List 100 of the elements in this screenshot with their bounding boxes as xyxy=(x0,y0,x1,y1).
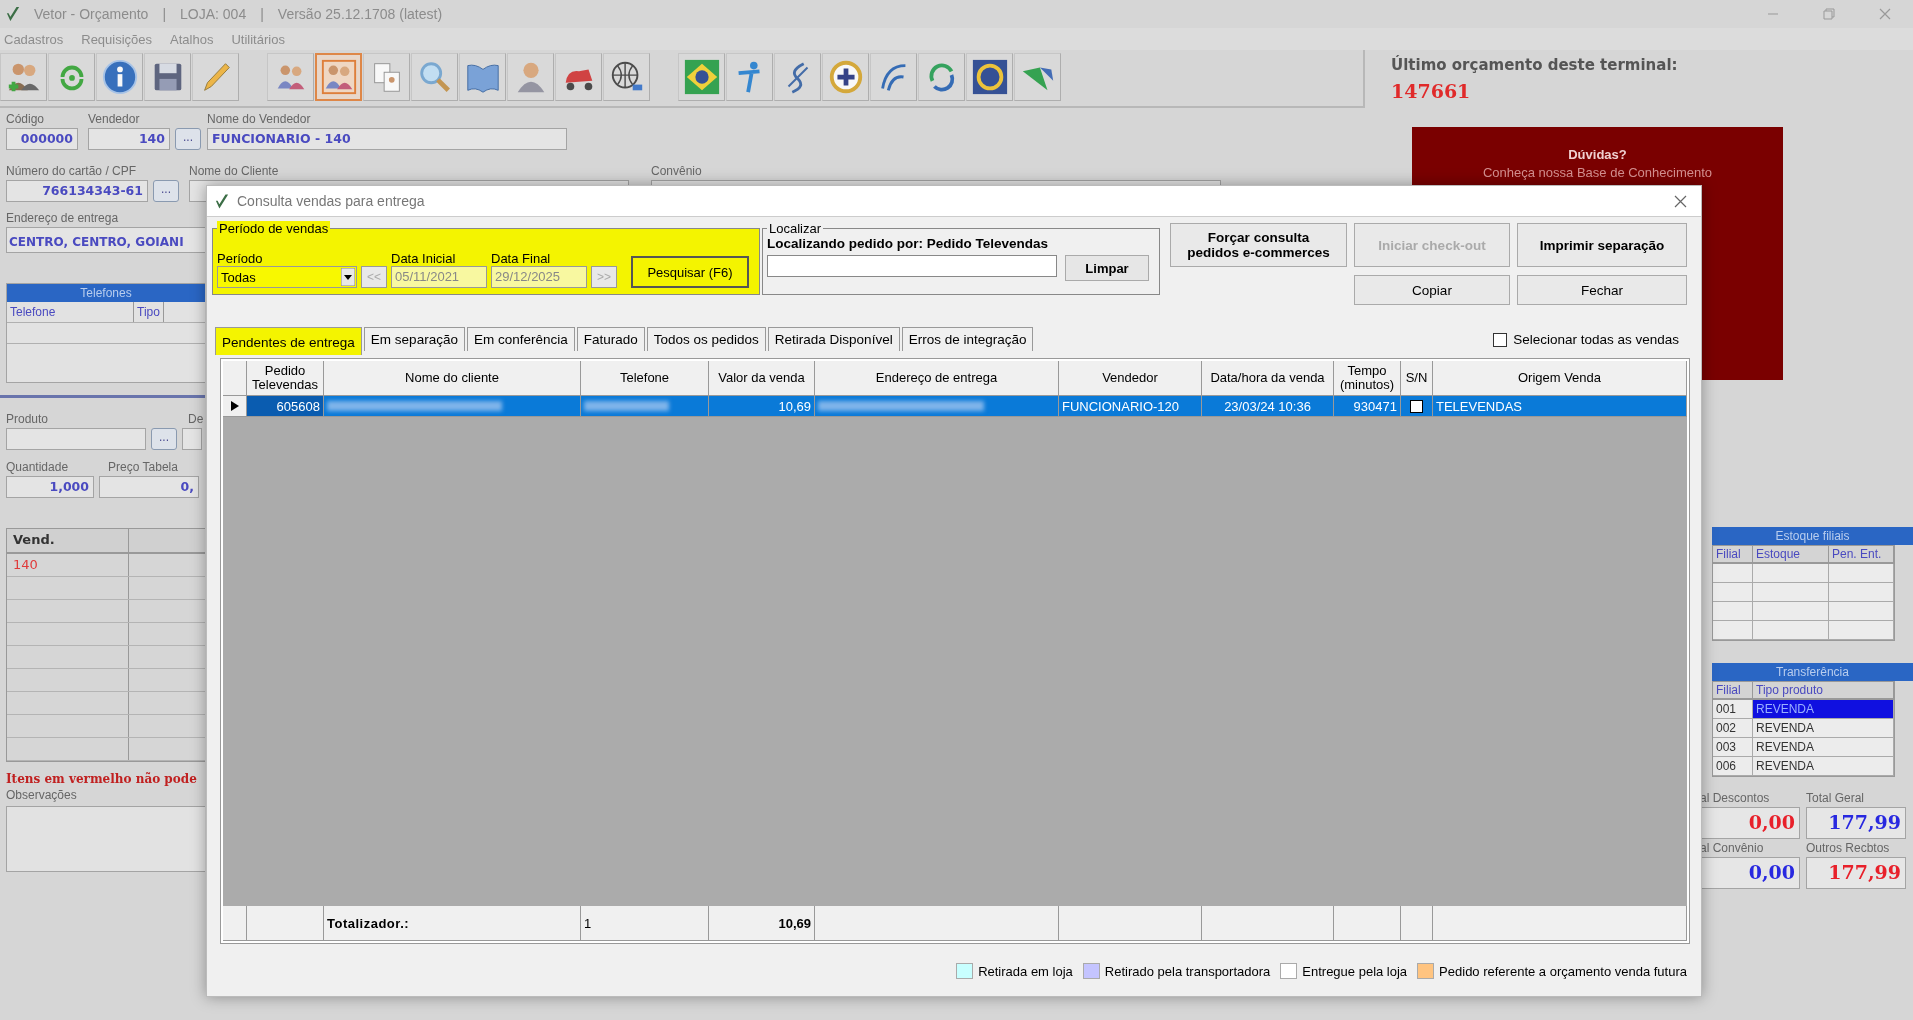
field-label: Endereço de entrega xyxy=(6,211,120,225)
lookup-button[interactable]: ... xyxy=(175,128,201,150)
period-dropdown[interactable]: Todas xyxy=(217,266,357,288)
toolbar-button[interactable] xyxy=(774,53,821,101)
locate-input[interactable] xyxy=(767,255,1057,277)
dialog-button[interactable]: Imprimir separação xyxy=(1517,223,1687,267)
restore-icon[interactable] xyxy=(1823,8,1835,20)
table-title: Telefones xyxy=(7,284,205,302)
tab[interactable]: Faturado xyxy=(576,327,645,351)
lookup-button[interactable]: ... xyxy=(151,428,177,450)
notes-field[interactable] xyxy=(6,806,205,872)
code-field[interactable]: 000000 xyxy=(6,128,78,150)
column-header: Telefone xyxy=(7,302,134,322)
product-field[interactable] xyxy=(6,428,146,450)
address-text: CENTRO, CENTRO, GOIANI xyxy=(9,235,184,249)
dialog-button[interactable]: Forçar consulta pedidos e-commerces xyxy=(1170,223,1347,267)
field-label: De xyxy=(188,412,204,426)
table-cell[interactable]: REVENDA xyxy=(1753,738,1894,757)
legend-label: Entregue pela loja xyxy=(1302,963,1408,979)
window-title: | xyxy=(162,6,167,22)
field-label: Período xyxy=(217,251,264,266)
checkbox[interactable] xyxy=(1493,332,1508,347)
total-field: 177,99 xyxy=(1806,807,1906,839)
table-row[interactable]: 605608 10,69 FUNCIONARIO-120 23/03/24 10:36 930471 TELEVENDAS xyxy=(223,396,1687,417)
toolbar-button[interactable] xyxy=(822,53,869,101)
window-title: Versão 25.12.1708 (latest) xyxy=(277,6,443,22)
group-legend: Período de vendas xyxy=(217,221,331,236)
window-title: LOJA: 004 xyxy=(180,6,247,22)
table-title: Estoque filiais xyxy=(1712,527,1913,545)
total-field: 0,00 xyxy=(1700,807,1800,839)
clear-button[interactable]: Limpar xyxy=(1065,255,1149,281)
field-label: Preço Tabela xyxy=(108,460,178,474)
table-cell: 002 xyxy=(1713,719,1753,738)
field-label: Código xyxy=(6,112,46,126)
check-logo-icon xyxy=(215,192,229,210)
dialog-button[interactable]: Fechar xyxy=(1517,275,1687,305)
help-title: Dúvidas? xyxy=(1568,147,1627,162)
total-cell: 1 xyxy=(581,906,709,941)
column-header: Filial xyxy=(1713,682,1753,700)
toolbar-button[interactable] xyxy=(96,53,143,101)
toolbar-button[interactable] xyxy=(678,53,725,101)
checkbox[interactable] xyxy=(1410,399,1423,413)
last-budget-label: Último orçamento deste terminal: xyxy=(1391,56,1678,74)
toolbar-button[interactable] xyxy=(870,53,917,101)
column-header: Tipo xyxy=(134,302,164,322)
info-icon xyxy=(100,58,139,96)
check-logo-icon xyxy=(6,5,20,23)
table-cell: 001 xyxy=(1713,700,1753,719)
tab[interactable]: Pendentes de entrega xyxy=(215,327,362,355)
total-field: 177,99 xyxy=(1806,857,1906,889)
table-cell[interactable]: REVENDA xyxy=(1753,719,1894,738)
field-label: Nome do Vendedor xyxy=(207,112,312,126)
tab[interactable]: Em conferência xyxy=(466,327,575,351)
lookup-button[interactable]: ... xyxy=(153,180,179,202)
toolbar-button[interactable] xyxy=(144,53,191,101)
last-budget-number: 147661 xyxy=(1391,80,1472,102)
toolbar-button[interactable] xyxy=(0,53,47,101)
description-field[interactable] xyxy=(182,428,202,450)
search-button[interactable]: Pesquisar (F6) xyxy=(631,256,749,288)
column-header: Pen. Ent. xyxy=(1829,546,1894,564)
price-field[interactable]: 0, xyxy=(99,476,199,498)
address-field[interactable]: CENTRO, CENTRO, GOIANI xyxy=(6,227,205,253)
seller-field[interactable]: 140 xyxy=(88,128,170,150)
column-header: Vend. xyxy=(7,529,129,552)
field-label: Data Final xyxy=(491,251,552,266)
legend-label: Retirada em loja xyxy=(978,963,1073,979)
toolbar-button[interactable] xyxy=(966,53,1013,101)
toolbar-button[interactable] xyxy=(555,53,602,101)
tab[interactable]: Em separação xyxy=(363,327,465,351)
total-cell: Totalizador.: xyxy=(324,906,581,941)
dialog-title: Consulta vendas para entrega xyxy=(237,193,425,209)
tab[interactable]: Todos os pedidos xyxy=(646,327,766,351)
field-label: Produto xyxy=(6,412,49,426)
legend-label: Pedido referente a orçamento venda futura xyxy=(1439,963,1687,979)
card-field[interactable]: 766134343-61 xyxy=(6,180,148,202)
dialog-button[interactable]: Copiar xyxy=(1354,275,1510,305)
tab[interactable]: Retirada Disponível xyxy=(767,327,900,351)
dropdown-arrow-icon xyxy=(341,268,355,286)
empty-cell xyxy=(1401,906,1433,941)
tab[interactable]: Erros de integração xyxy=(901,327,1034,351)
table-title: Transferência xyxy=(1712,663,1913,681)
table-cell[interactable]: REVENDA xyxy=(1753,757,1894,776)
toolbar-button[interactable] xyxy=(603,53,650,101)
table-cell: 006 xyxy=(1713,757,1753,776)
close-icon[interactable] xyxy=(1674,194,1687,208)
table-cell[interactable]: REVENDA xyxy=(1753,700,1894,719)
help-text: Conheça nossa Base de Conhecimento xyxy=(1482,165,1713,180)
toolbar-button[interactable] xyxy=(918,53,965,101)
legend-label: Retirado pela transportadora xyxy=(1104,963,1271,979)
group-legend: Localizar xyxy=(767,221,824,236)
window-title: Vetor - Orçamento xyxy=(34,6,149,22)
seller-name-field[interactable]: FUNCIONARIO - 140 xyxy=(207,128,567,150)
order-cell: 605608 xyxy=(247,396,324,417)
window-title: | xyxy=(260,6,264,22)
total-field: 0,00 xyxy=(1700,857,1800,889)
field-label: Convênio xyxy=(651,164,703,178)
field-label: Observações xyxy=(6,788,78,802)
field-label: Quantidade xyxy=(6,460,69,474)
total-cell: 10,69 xyxy=(709,906,815,941)
quantity-field[interactable]: 1,000 xyxy=(6,476,94,498)
